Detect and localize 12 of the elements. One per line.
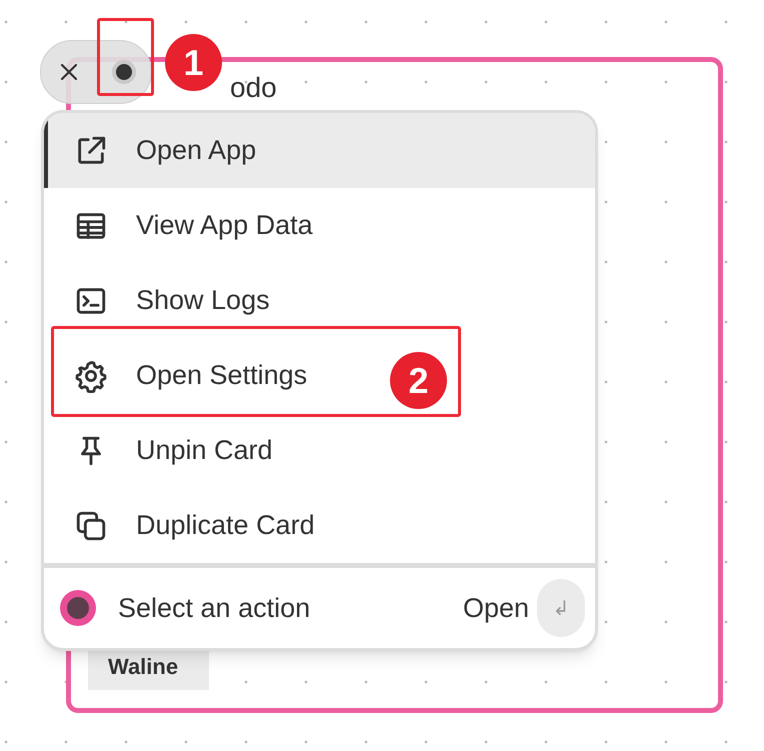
menu-item[interactable]: View App Data [44,188,595,263]
menu-item[interactable]: Unpin Card [44,413,595,488]
action-prompt: Select an action [118,592,312,625]
card-title: odo [230,74,277,102]
app-avatar-icon [60,590,96,626]
menu-item[interactable]: Open App [44,113,595,188]
enter-key: ↲ [537,579,585,637]
step-badge: 1 [165,34,222,91]
settings-icon [74,358,108,392]
menu-item[interactable]: Show Logs [44,263,595,338]
open-button[interactable]: Open [462,588,529,628]
menu-item[interactable]: Duplicate Card [44,488,595,563]
